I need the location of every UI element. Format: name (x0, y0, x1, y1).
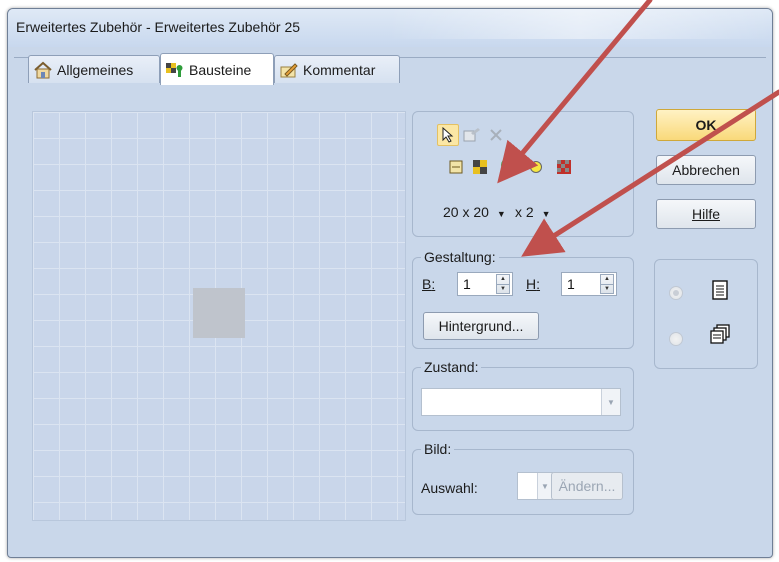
background-button[interactable]: Hintergrund... (423, 312, 539, 340)
properties-icon[interactable] (461, 124, 483, 146)
width-spinner-arrows[interactable]: ▲ ▼ (496, 274, 510, 294)
zustand-legend: Zustand: (421, 359, 482, 375)
tab-label: Bausteine (189, 61, 252, 78)
tab-allgemeines[interactable]: Allgemeines (28, 55, 160, 83)
zustand-group: Zustand: ▼ (412, 359, 634, 431)
stacked-view-radio[interactable] (669, 332, 683, 346)
title-bar-sheen (388, 9, 772, 39)
width-spinner[interactable]: 1 ▲ ▼ (457, 272, 513, 296)
title-bar[interactable]: Erweitertes Zubehör - Erweitertes Zubehö… (8, 9, 772, 47)
chevron-down-icon: ▼ (541, 209, 551, 219)
gestaltung-group: Gestaltung: B: 1 ▲ ▼ H: 1 ▲ ▼ Hintergrund.… (412, 249, 634, 349)
selected-grid-cell[interactable] (193, 288, 245, 338)
gestaltung-legend: Gestaltung: (421, 249, 499, 265)
delete-icon[interactable] (485, 124, 507, 146)
red-block-icon[interactable] (553, 156, 575, 178)
frame-icon[interactable] (445, 156, 467, 178)
tools-group: 20 x 20 ▼ x 2 ▼ (412, 111, 634, 237)
tab-label: Kommentar (303, 61, 376, 78)
width-label-text: B (422, 276, 432, 292)
list-view-radio[interactable] (669, 286, 683, 300)
width-value: 1 (463, 276, 471, 292)
auswahl-label: Auswahl: (421, 480, 478, 496)
zustand-select[interactable]: ▼ (421, 388, 621, 416)
bild-legend: Bild: (421, 441, 455, 457)
dialog-window: Erweitertes Zubehör - Erweitertes Zubehö… (7, 8, 773, 558)
change-image-button[interactable]: Ändern... (551, 472, 623, 500)
tile-icon[interactable] (469, 156, 491, 178)
stacked-view-icon (709, 324, 731, 351)
zoom-value: x 2 (515, 204, 534, 220)
window-title: Erweitertes Zubehör - Erweitertes Zubehö… (16, 19, 301, 35)
chevron-down-icon[interactable]: ▼ (601, 389, 620, 415)
grid-size-dropdown[interactable]: 20 x 20 ▼ (443, 204, 506, 220)
tab-bausteine[interactable]: Bausteine (160, 53, 274, 85)
height-label-text: H (526, 276, 537, 292)
height-value: 1 (567, 276, 575, 292)
house-icon (33, 61, 53, 79)
tab-label: Allgemeines (57, 61, 134, 78)
image-select[interactable]: ▼ (517, 472, 553, 500)
height-spinner-arrows[interactable]: ▲ ▼ (600, 274, 614, 294)
width-label: B: (422, 276, 436, 292)
zoom-dropdown[interactable]: x 2 ▼ (515, 204, 551, 220)
chevron-down-icon[interactable]: ▼ (537, 473, 552, 499)
tab-kommentar[interactable]: Kommentar (274, 55, 400, 83)
bild-group: Bild: Auswahl: ▼ Ändern... (412, 441, 634, 515)
blocks-icon (165, 61, 185, 79)
view-options-group (654, 259, 758, 369)
help-button[interactable]: Hilfe (656, 199, 756, 229)
circle-icon[interactable] (525, 156, 547, 178)
block-editor-canvas[interactable] (32, 111, 406, 521)
chevron-down-icon: ▼ (496, 209, 506, 219)
grid-size-value: 20 x 20 (443, 204, 489, 220)
height-spinner[interactable]: 1 ▲ ▼ (561, 272, 617, 296)
height-label: H: (526, 276, 541, 292)
cancel-button[interactable]: Abbrechen (656, 155, 756, 185)
list-view-icon (711, 280, 729, 305)
ok-button[interactable]: OK (656, 109, 756, 141)
signal-icon[interactable] (495, 156, 517, 178)
pointer-icon[interactable] (437, 124, 459, 146)
pencil-note-icon (279, 61, 299, 79)
